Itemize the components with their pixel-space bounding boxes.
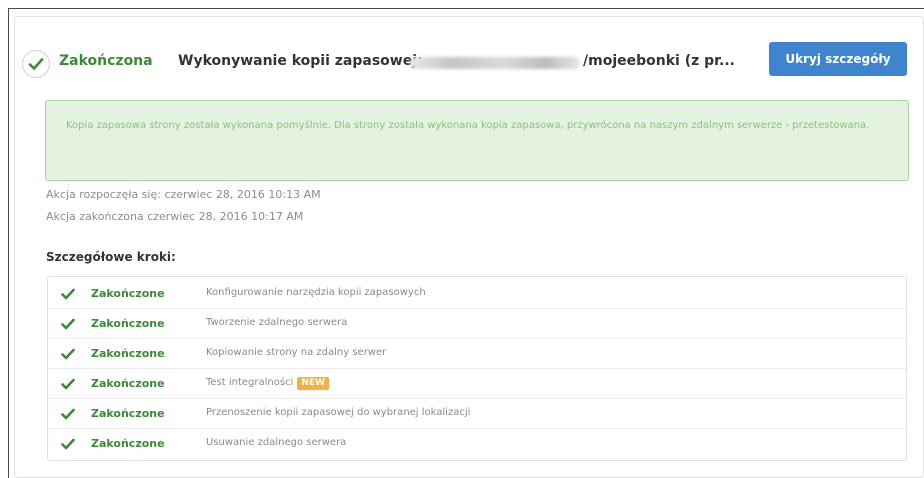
step-status: Zakończone xyxy=(91,287,165,300)
step-status: Zakończone xyxy=(91,347,165,360)
check-icon xyxy=(61,438,75,450)
check-icon xyxy=(61,348,75,360)
steps-heading: Szczegółowe kroki: xyxy=(46,250,176,264)
step-row: Zakończone Tworzenie zdalnego serwera xyxy=(48,309,906,339)
action-started-text: Akcja rozpoczęła się: czerwiec 28, 2016 … xyxy=(46,188,321,201)
step-description-text: Usuwanie zdalnego serwera xyxy=(206,437,347,448)
step-description-text: Tworzenie zdalnego serwera xyxy=(206,317,348,328)
step-row: Zakończone Przenoszenie kopii zapasowej … xyxy=(48,399,906,429)
check-icon xyxy=(61,318,75,330)
step-status: Zakończone xyxy=(91,437,165,450)
screenshot-frame-left xyxy=(8,8,9,478)
redacted-domain xyxy=(410,57,580,69)
check-icon xyxy=(61,408,75,420)
step-description: Konfigurowanie narzędzia kopii zapasowyc… xyxy=(206,287,426,298)
screenshot-frame-top xyxy=(8,8,924,9)
task-header: Zakończona Wykonywanie kopii zapasowej: … xyxy=(15,17,923,89)
task-title: Wykonywanie kopii zapasowej: xyxy=(178,53,423,69)
step-row: Zakończone Konfigurowanie narzędzia kopi… xyxy=(48,279,906,309)
step-status: Zakończone xyxy=(91,317,165,330)
step-description-text: Kopiowanie strony na zdalny serwer xyxy=(206,347,387,358)
steps-list: Zakończone Konfigurowanie narzędzia kopi… xyxy=(47,276,907,461)
step-status: Zakończone xyxy=(91,407,165,420)
check-icon xyxy=(61,378,75,390)
step-row: Zakończone Kopiowanie strony na zdalny s… xyxy=(48,339,906,369)
hide-details-button[interactable]: Ukryj szczegóły xyxy=(769,42,907,76)
step-description-text: Test integralności xyxy=(206,377,294,388)
step-description-text: Konfigurowanie narzędzia kopii zapasowyc… xyxy=(206,287,426,298)
check-icon xyxy=(28,58,44,70)
step-description: Tworzenie zdalnego serwera xyxy=(206,317,347,328)
step-description-text: Przenoszenie kopii zapasowej do wybranej… xyxy=(206,407,471,418)
action-finished-text: Akcja zakończona czerwiec 28, 2016 10:17… xyxy=(46,210,304,223)
success-alert: Kopia zapasowa strony została wykonana p… xyxy=(45,100,909,181)
step-description: Kopiowanie strony na zdalny serwer xyxy=(206,347,386,358)
step-description: Przenoszenie kopii zapasowej do wybranej… xyxy=(206,407,470,418)
step-description: Usuwanie zdalnego serwera xyxy=(206,437,346,448)
step-row: Zakończone Usuwanie zdalnego serwera xyxy=(48,429,906,459)
step-description: Test integralności NEW xyxy=(206,377,329,390)
task-status: Zakończona xyxy=(59,53,153,69)
new-badge: NEW xyxy=(297,377,329,390)
step-row: Zakończone Test integralności NEW xyxy=(48,369,906,399)
status-check-circle xyxy=(22,50,50,78)
task-path: /mojeebonki (z pr... xyxy=(583,53,736,69)
check-icon xyxy=(61,288,75,300)
step-status: Zakończone xyxy=(91,377,165,390)
backup-task-card: Zakończona Wykonywanie kopii zapasowej: … xyxy=(14,16,924,478)
